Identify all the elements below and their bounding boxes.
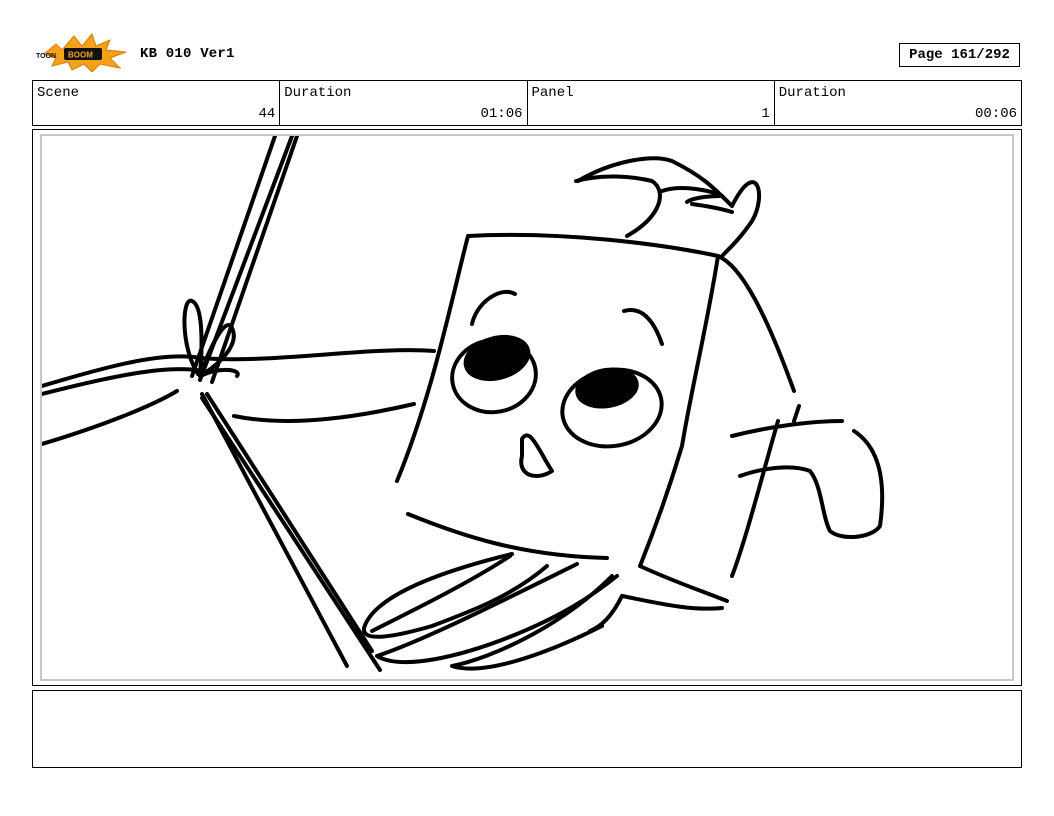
string-line [210,136,299,384]
eyebrow [470,289,517,326]
storyboard-panel [32,129,1022,686]
panel-cell: Panel 1 [528,81,775,125]
scene-duration-label: Duration [284,85,352,101]
svg-text:BOOM: BOOM [68,51,93,60]
head-outline [638,564,729,603]
right-arm [792,404,801,423]
right-eye-pupil [575,367,639,409]
page-indicator: Page 161/292 [899,43,1020,67]
eyebrow [622,308,664,346]
storyboard-sketch [42,136,885,672]
hair-tuft [720,180,762,258]
scene-duration-value: 01:06 [480,106,523,122]
scene-label: Scene [37,85,80,101]
panel-duration-cell: Duration 00:06 [775,81,1021,125]
hair-tuft [690,202,734,214]
panel-drawing-area [40,134,1014,681]
head-outline [620,594,724,611]
finger [406,512,609,560]
toon-boom-logo: TOON BOOM [34,32,128,73]
string-knot [182,298,240,378]
arm-line [42,389,179,446]
string-line [205,392,374,653]
project-title: KB 010 Ver1 [140,46,235,62]
head-outline [730,419,780,578]
panel-value: 1 [761,106,770,122]
hair-tuft [574,174,662,238]
finger [375,562,619,665]
head-outline [716,254,796,393]
finger [588,594,624,633]
info-row: Scene 44 Duration 01:06 Panel 1 Duration… [32,80,1022,126]
finger [370,554,512,633]
head-outline [466,232,720,258]
arm-line [232,402,416,423]
scene-value: 44 [258,106,276,122]
finger [450,574,614,671]
arm-line [42,367,199,396]
string-line [200,396,382,672]
scene-cell: Scene 44 [33,81,281,125]
scene-duration-cell: Duration 01:06 [280,81,528,125]
panel-notes [32,690,1022,768]
svg-text:TOON: TOON [36,53,56,60]
left-eye-pupil [463,334,531,382]
head-outline [638,254,720,568]
right-arm [730,419,844,438]
nose [519,433,554,478]
panel-duration-label: Duration [778,85,846,101]
panel-duration-value: 00:06 [974,106,1017,122]
panel-label: Panel [531,85,574,101]
